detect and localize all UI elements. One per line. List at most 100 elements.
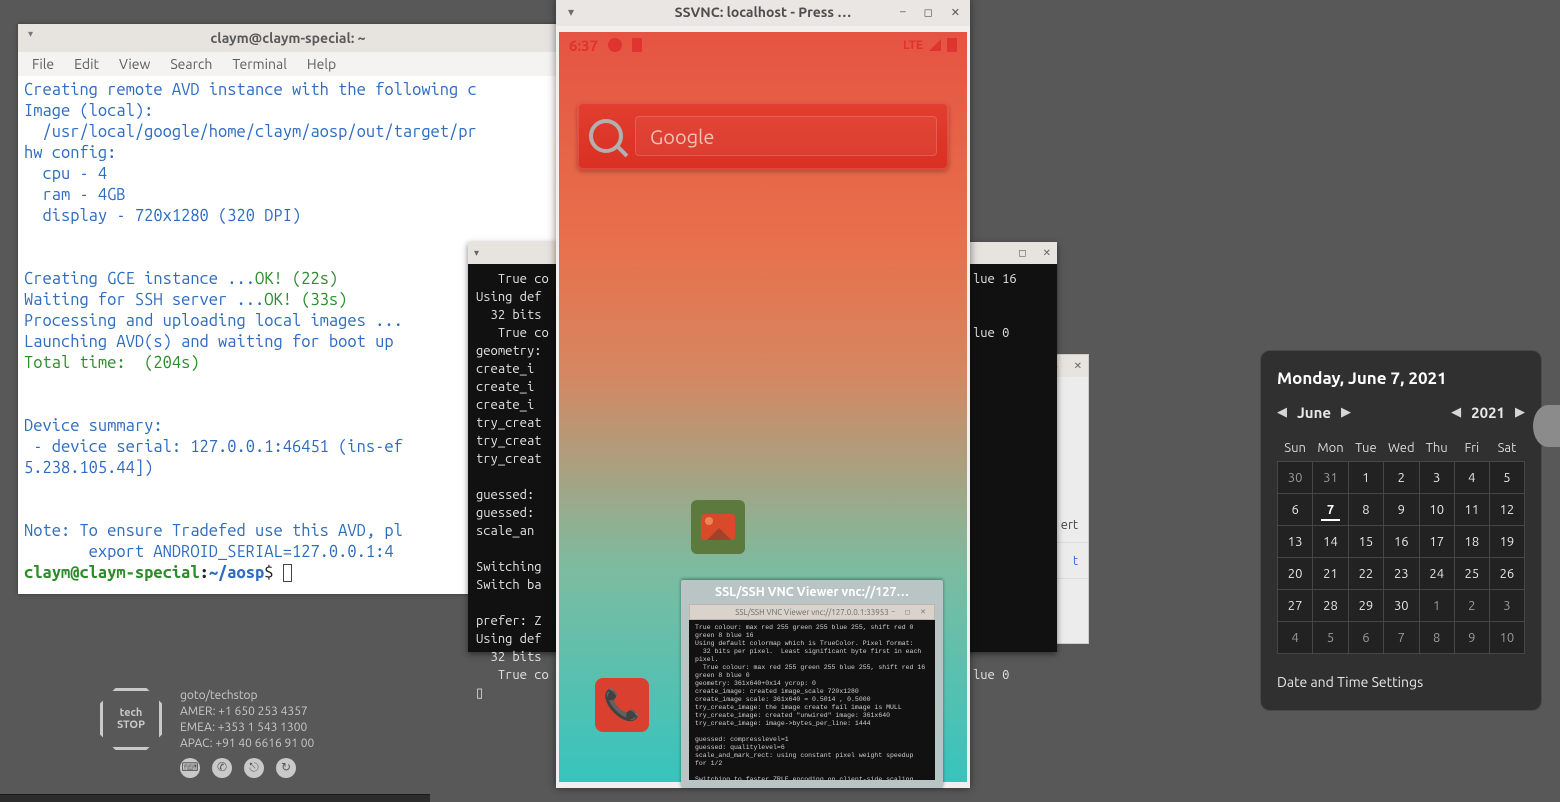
bg-terminal-right-body: lue 16 lue 0 lue 0 [965, 264, 1057, 690]
term-line-ok: OK! (33s) [264, 291, 347, 309]
calendar-day[interactable]: 5 [1313, 622, 1349, 654]
calendar-day[interactable]: 2 [1384, 462, 1420, 494]
calendar-day[interactable]: 8 [1348, 494, 1383, 526]
bg-terminal-left: ▾ True co Using def 32 bits True co geom… [468, 242, 558, 652]
calendar-day[interactable]: 19 [1489, 526, 1524, 558]
calendar-day[interactable]: 9 [1454, 622, 1489, 654]
terminal-titlebar[interactable]: ▾ claym@claym-special: ~ [18, 24, 558, 52]
calendar-day[interactable]: 1 [1348, 462, 1383, 494]
prev-month-button[interactable]: ◀ [1277, 405, 1287, 420]
refresh-icon[interactable]: ↻ [276, 758, 296, 778]
calendar-nav: ◀ June ▶ ◀ 2021 ▶ [1277, 404, 1525, 421]
calendar-day[interactable]: 26 [1489, 558, 1524, 590]
calendar-day[interactable]: 2 [1454, 590, 1489, 622]
phone-icon[interactable]: ✆ [212, 758, 232, 778]
calendar-day[interactable]: 30 [1384, 590, 1420, 622]
menu-view[interactable]: View [119, 56, 150, 72]
calendar-day[interactable]: 17 [1419, 526, 1454, 558]
calendar-day[interactable]: 3 [1419, 462, 1454, 494]
calendar-day[interactable]: 29 [1348, 590, 1383, 622]
calendar-day[interactable]: 5 [1489, 462, 1524, 494]
prompt-path: ~/aosp [209, 564, 264, 582]
calendar-day[interactable]: 12 [1489, 494, 1524, 526]
signal-icon [929, 39, 941, 51]
window-maximize-icon[interactable]: ◻ [924, 6, 933, 19]
term-line: display - 720x1280 (320 DPI) [24, 207, 301, 225]
calendar-day[interactable]: 11 [1454, 494, 1489, 526]
recent-app-preview[interactable]: SSL/SSH VNC Viewer vnc://127… SSL/SSH VN… [681, 580, 943, 788]
menu-edit[interactable]: Edit [74, 56, 99, 72]
calendar-day[interactable]: 7 [1384, 622, 1420, 654]
ssvnc-title: SSVNC: localhost - Press … [675, 4, 852, 20]
bg-titlebar-left[interactable]: ▾ [468, 242, 558, 264]
techstop-amer: AMER: +1 650 253 4357 [180, 704, 314, 720]
calendar-day[interactable]: 8 [1419, 622, 1454, 654]
date-time-settings-link[interactable]: Date and Time Settings [1277, 674, 1525, 690]
calendar-day[interactable]: 9 [1384, 494, 1420, 526]
window-restore-icon[interactable]: ▾ [474, 247, 479, 259]
panel-collapse-handle[interactable] [1533, 405, 1560, 447]
calendar-day[interactable]: 4 [1454, 462, 1489, 494]
android-home-screen[interactable]: 6:37 LTE Google 📞 SSL/SSH VNC Viewer vnc… [559, 32, 967, 782]
calendar-day[interactable]: 14 [1313, 526, 1349, 558]
term-line: - device serial: 127.0.0.1:46451 (ins-ef [24, 438, 403, 456]
calendar-day[interactable]: 24 [1419, 558, 1454, 590]
next-year-button[interactable]: ▶ [1515, 405, 1525, 420]
terminal-menubar: File Edit View Search Terminal Help [18, 52, 558, 76]
calendar-day[interactable]: 4 [1278, 622, 1313, 654]
calendar-day[interactable]: 3 [1489, 590, 1524, 622]
calendar-day[interactable]: 6 [1348, 622, 1383, 654]
window-close-icon[interactable]: ✕ [1074, 360, 1082, 372]
calendar-day[interactable]: 18 [1454, 526, 1489, 558]
calendar-day[interactable]: 25 [1454, 558, 1489, 590]
android-status-bar[interactable]: 6:37 LTE [559, 32, 967, 58]
search-input[interactable]: Google [635, 116, 937, 156]
calendar-day[interactable]: 7 [1313, 494, 1349, 526]
calendar-day[interactable]: 28 [1313, 590, 1349, 622]
calendar-day[interactable]: 27 [1278, 590, 1313, 622]
calendar-day[interactable]: 10 [1419, 494, 1454, 526]
calendar-day[interactable]: 30 [1278, 462, 1313, 494]
bg-terminal-right: ◻ ✕ lue 16 lue 0 lue 0 [965, 242, 1057, 652]
prev-year-button[interactable]: ◀ [1451, 405, 1461, 420]
calendar-day[interactable]: 6 [1278, 494, 1313, 526]
ssvnc-titlebar[interactable]: ▾ SSVNC: localhost - Press … – ◻ ✕ [556, 0, 970, 26]
window-maximize-icon[interactable]: ◻ [1018, 247, 1026, 259]
chat-icon[interactable]: ⎋ [244, 758, 264, 778]
techstop-info: goto/techstop AMER: +1 650 253 4357 EMEA… [180, 688, 314, 778]
term-line: export ANDROID_SERIAL=127.0.0.1:4 [24, 543, 394, 561]
bg-titlebar-right[interactable]: ◻ ✕ [965, 242, 1057, 264]
calendar-day[interactable]: 22 [1348, 558, 1383, 590]
menu-terminal[interactable]: Terminal [232, 56, 287, 72]
calendar-day[interactable]: 13 [1278, 526, 1313, 558]
calendar-day[interactable]: 21 [1313, 558, 1349, 590]
next-month-button[interactable]: ▶ [1341, 405, 1351, 420]
prompt-sep: : [200, 564, 209, 582]
window-close-icon[interactable]: ✕ [951, 6, 960, 19]
window-restore-icon[interactable]: ▾ [28, 28, 40, 40]
calendar-year[interactable]: 2021 [1471, 404, 1505, 421]
phone-app-icon[interactable]: 📞 [595, 678, 649, 732]
window-minimize-icon[interactable]: – [900, 6, 905, 19]
calendar-day[interactable]: 1 [1419, 590, 1454, 622]
calendar-day[interactable]: 15 [1348, 526, 1383, 558]
calendar-day[interactable]: 10 [1489, 622, 1524, 654]
calendar-day[interactable]: 31 [1313, 462, 1349, 494]
taskbar[interactable] [0, 794, 430, 802]
fingerprint-icon[interactable]: ⌨ [180, 758, 200, 778]
calendar-day[interactable]: 20 [1278, 558, 1313, 590]
calendar-day[interactable]: 16 [1384, 526, 1420, 558]
window-restore-icon[interactable]: ▾ [568, 5, 574, 19]
window-close-icon[interactable]: ✕ [1043, 247, 1051, 259]
notification-icon [632, 38, 642, 52]
terminal-title: claym@claym-special: ~ [210, 30, 365, 46]
term-line: hw config: [24, 144, 116, 162]
calendar-day[interactable]: 23 [1384, 558, 1420, 590]
menu-help[interactable]: Help [307, 56, 336, 72]
calendar-month[interactable]: June [1297, 404, 1331, 421]
gallery-app-icon[interactable] [691, 500, 745, 554]
menu-file[interactable]: File [32, 56, 54, 72]
google-search-widget[interactable]: Google [577, 102, 949, 170]
menu-search[interactable]: Search [170, 56, 212, 72]
term-line: Image (local): [24, 102, 153, 120]
